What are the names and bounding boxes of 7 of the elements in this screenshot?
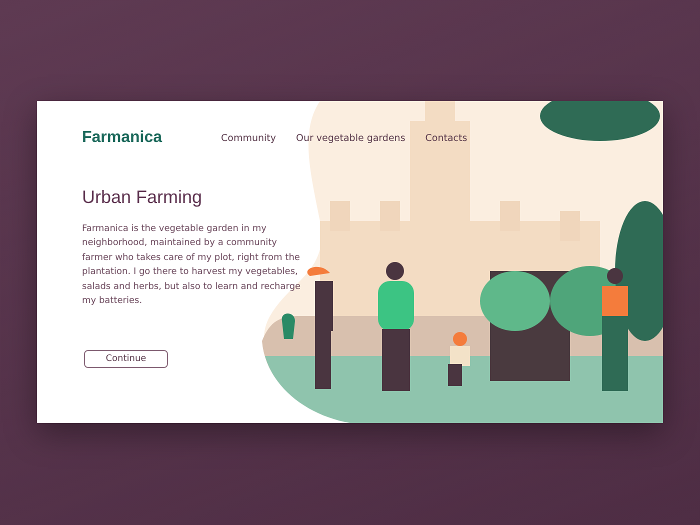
hero-title: Urban Farming [82, 187, 204, 208]
continue-button[interactable]: Continue [84, 350, 168, 368]
nav-link[interactable]: Our vegetable gardens [296, 132, 406, 144]
logo-text[interactable]: Farmanica [82, 129, 221, 147]
hero-text: Farmanica is the vegetable garden in my neighborhood, maintained by a community farmer who takes care of my plot, right from the plantation. I go there to harvest my vegetables, salads and herbs, but also to learn and recharge my batteries. [82, 223, 302, 308]
nav-link[interactable]: Community [221, 132, 276, 144]
nav-link[interactable]: Contacts [425, 132, 468, 144]
